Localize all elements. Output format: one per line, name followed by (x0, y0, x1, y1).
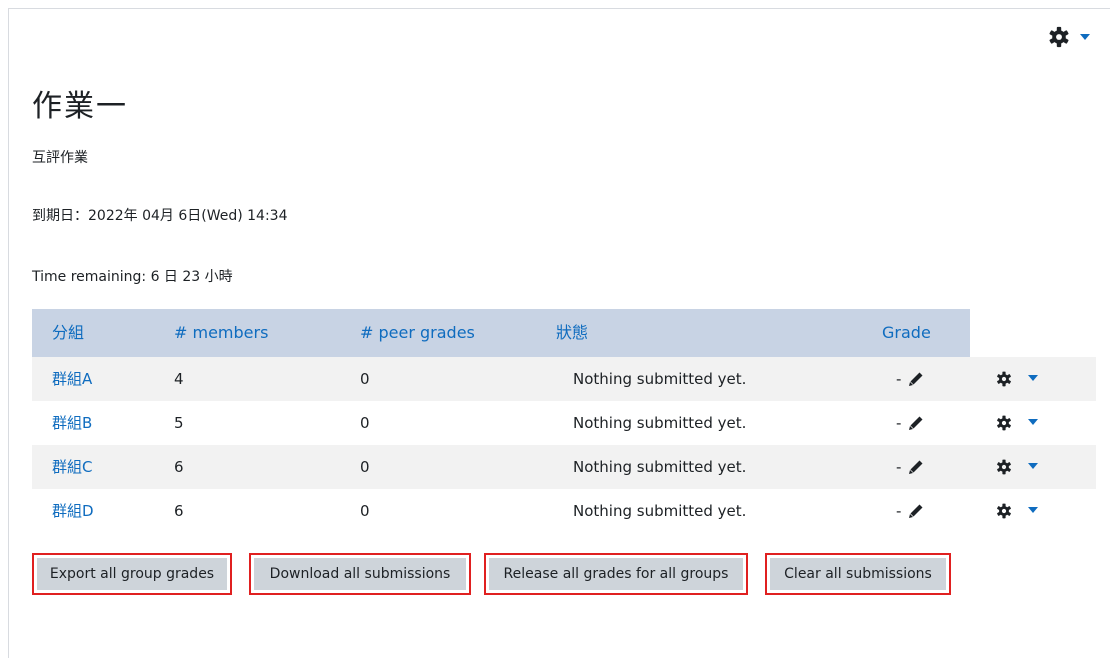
grade-value: - (896, 370, 902, 388)
peer-grades-count: 0 (360, 414, 370, 432)
gear-icon[interactable] (996, 415, 1012, 431)
table-row: 群組C 6 0 Nothing submitted yet. - (32, 445, 1096, 489)
column-header-status[interactable]: 狀態 (556, 309, 588, 357)
release-grades-button[interactable]: Release all grades for all groups (484, 553, 748, 595)
group-link[interactable]: 群組B (52, 401, 92, 445)
grade-value: - (896, 458, 902, 476)
column-header-grade[interactable]: Grade (882, 309, 931, 357)
download-submissions-button[interactable]: Download all submissions (249, 553, 471, 595)
caret-down-icon[interactable] (1028, 507, 1038, 513)
export-grades-button[interactable]: Export all group grades (32, 553, 232, 595)
table-row: 群組D 6 0 Nothing submitted yet. - (32, 489, 1096, 533)
table-row: 群組B 5 0 Nothing submitted yet. - (32, 401, 1096, 445)
grade-value: - (896, 502, 902, 520)
group-link[interactable]: 群組A (52, 357, 92, 401)
group-link[interactable]: 群組D (52, 489, 94, 533)
due-date: 到期日：2022年 04月 6日(Wed) 14:34 (32, 208, 288, 224)
gear-icon[interactable] (996, 459, 1012, 475)
caret-down-icon (1080, 34, 1090, 40)
assignment-description: 互評作業 (32, 150, 88, 166)
group-link[interactable]: 群組C (52, 445, 92, 489)
column-header-peer-grades[interactable]: # peer grades (360, 309, 475, 357)
submission-status: Nothing submitted yet. (573, 502, 747, 520)
peer-grades-count: 0 (360, 458, 370, 476)
column-header-members[interactable]: # members (174, 309, 268, 357)
pencil-icon[interactable] (908, 415, 924, 431)
page-actions-menu[interactable] (1048, 26, 1090, 48)
gear-icon[interactable] (996, 503, 1012, 519)
members-count: 4 (174, 370, 184, 388)
table-row: 群組A 4 0 Nothing submitted yet. - (32, 357, 1096, 401)
time-remaining: Time remaining: 6 日 23 小時 (32, 269, 233, 285)
page-title: 作業一 (32, 89, 128, 124)
pencil-icon[interactable] (908, 371, 924, 387)
peer-grades-count: 0 (360, 502, 370, 520)
table-header: 分組 # members # peer grades 狀態 Grade (32, 309, 970, 357)
members-count: 5 (174, 414, 184, 432)
submission-status: Nothing submitted yet. (573, 414, 747, 432)
peer-grades-count: 0 (360, 370, 370, 388)
clear-submissions-button[interactable]: Clear all submissions (765, 553, 951, 595)
grade-value: - (896, 414, 902, 432)
members-count: 6 (174, 502, 184, 520)
caret-down-icon[interactable] (1028, 463, 1038, 469)
pencil-icon[interactable] (908, 459, 924, 475)
gear-icon[interactable] (996, 371, 1012, 387)
submission-status: Nothing submitted yet. (573, 458, 747, 476)
caret-down-icon[interactable] (1028, 419, 1038, 425)
pencil-icon[interactable] (908, 503, 924, 519)
column-header-group[interactable]: 分組 (52, 309, 84, 357)
members-count: 6 (174, 458, 184, 476)
gear-icon (1049, 26, 1069, 48)
caret-down-icon[interactable] (1028, 375, 1038, 381)
submission-status: Nothing submitted yet. (573, 370, 747, 388)
